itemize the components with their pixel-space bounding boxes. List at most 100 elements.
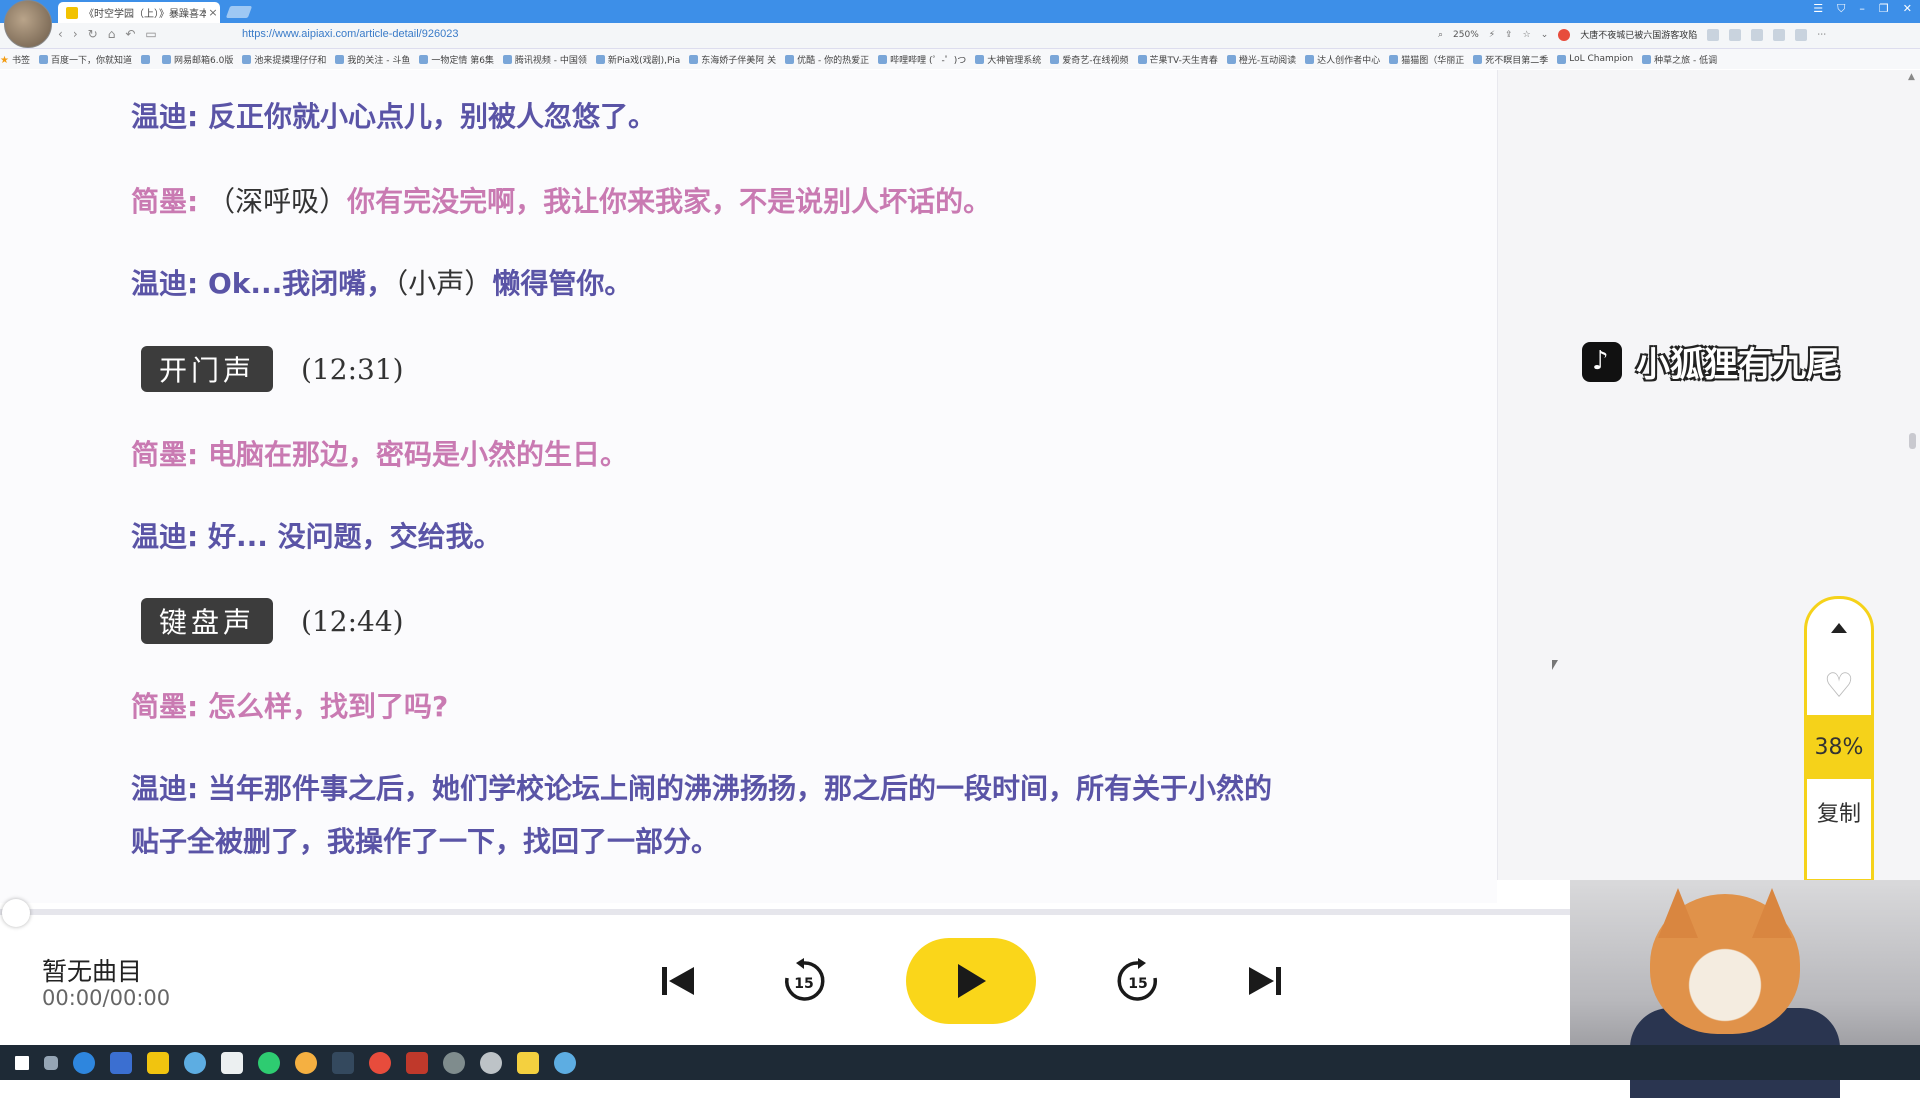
speaker-name: 简墨: <box>131 438 199 471</box>
app-icon[interactable] <box>480 1051 502 1074</box>
share-icon[interactable]: ⇪ <box>1505 30 1513 40</box>
news-ticker[interactable]: 大唐不夜城已被六国游客攻陷 <box>1580 28 1697 41</box>
bookmark-item[interactable]: LoL Champion <box>1557 54 1633 64</box>
translate-icon[interactable] <box>1729 28 1742 41</box>
scroll-top-icon[interactable] <box>1807 599 1871 657</box>
obs-icon[interactable] <box>443 1051 465 1074</box>
more-icon[interactable]: ⋯ <box>1817 30 1826 40</box>
seek-knob[interactable] <box>2 899 30 927</box>
minimize-icon[interactable]: – <box>1859 2 1865 16</box>
bookmark-item[interactable]: 达人创作者中心 <box>1305 53 1380 66</box>
forward-15-button[interactable]: 15 <box>1113 956 1163 1006</box>
app-icon[interactable] <box>221 1051 243 1074</box>
skin-icon[interactable]: ⛉ <box>1837 2 1845 16</box>
bookmark-item[interactable]: 优酷 - 你的热爱正 <box>785 53 869 66</box>
news-icon <box>1558 28 1571 41</box>
line-text: 当年那件事之后，她们学校论坛上闹的沸沸扬扬，那之后的一段时间，所有关于小然的 <box>198 772 1272 805</box>
bookmark-favicon-icon <box>38 54 48 64</box>
extension-icon[interactable] <box>1773 28 1786 41</box>
edge-icon[interactable] <box>73 1051 95 1074</box>
back-icon[interactable]: ‹ <box>58 27 63 41</box>
speaker-name: 温迪: <box>131 772 199 805</box>
download-icon[interactable] <box>1751 28 1764 41</box>
next-track-button[interactable] <box>1240 956 1290 1006</box>
forward-icon[interactable]: › <box>73 27 78 41</box>
vertical-scrollbar[interactable]: ▲ <box>1905 70 1920 878</box>
bookmark-label: LoL Champion <box>1569 54 1634 64</box>
bookmark-item[interactable]: 东海娇子伴美阿 关 <box>689 53 776 66</box>
bookmark-favicon-icon <box>1226 54 1236 64</box>
tab-close-icon[interactable]: × <box>206 6 220 19</box>
bookmark-item[interactable]: 爱奇艺-在线视频 <box>1050 53 1129 66</box>
script-line: 简墨: 电脑在那边，密码是小然的生日。 <box>131 428 628 482</box>
bookmark-item[interactable]: 哔哩哔哩 (゜-゜)つ <box>878 53 966 66</box>
stage-direction: （小声） <box>394 267 493 300</box>
bookmark-favicon-icon <box>162 54 171 64</box>
netease-music-icon[interactable] <box>369 1051 391 1074</box>
bookmark-item[interactable] <box>141 54 153 64</box>
copy-button[interactable]: 复制 <box>1807 779 1871 845</box>
ear-shape <box>1752 888 1792 938</box>
app-icon[interactable] <box>295 1051 317 1074</box>
bookmark-label: 大神管理系统 <box>987 55 1042 66</box>
app-icon[interactable] <box>110 1051 132 1074</box>
play-button[interactable] <box>906 938 1036 1024</box>
browser-tab[interactable]: 《时空学园（上）》暴躁喜本（ × <box>58 2 220 23</box>
browser-icon[interactable] <box>184 1051 206 1074</box>
app-icon[interactable] <box>554 1051 576 1074</box>
zoom-level[interactable]: 250% <box>1453 30 1479 40</box>
url-input[interactable]: https://www.aipiaxi.com/article-detail/9… <box>242 28 458 40</box>
favorite-heart-icon[interactable]: ♡ <box>1807 657 1871 715</box>
bookmark-item[interactable]: 芒果TV-天生青春 <box>1137 53 1218 66</box>
track-title: 暂无曲目 <box>42 957 143 986</box>
bookmark-item[interactable]: 种草之旅 - 低调 <box>1642 53 1717 66</box>
user-avatar[interactable] <box>4 0 52 48</box>
bookmark-label: 优酷 - 你的热爱正 <box>797 55 870 66</box>
bookmark-item[interactable]: 我的关注 - 斗鱼 <box>335 53 410 66</box>
mouse-cursor-icon <box>1552 660 1558 670</box>
bookmark-item[interactable]: ★ 书签 <box>0 53 30 66</box>
search-icon[interactable] <box>1707 28 1720 41</box>
bookmark-item[interactable]: 一物定情 第6集 <box>419 53 494 66</box>
previous-track-button[interactable] <box>653 956 703 1006</box>
menu-icon[interactable]: ☰ <box>1813 2 1823 16</box>
home-icon[interactable]: ⌂ <box>108 27 116 41</box>
file-explorer-icon[interactable] <box>147 1051 169 1074</box>
app-icon[interactable] <box>332 1051 354 1074</box>
star-icon[interactable]: ☆ <box>1523 30 1531 40</box>
bookmark-label: 我的关注 - 斗鱼 <box>347 55 411 66</box>
start-icon[interactable] <box>15 1055 29 1070</box>
new-tab-button[interactable] <box>225 6 253 18</box>
undo-icon[interactable]: ↶ <box>125 27 135 41</box>
task-view-icon[interactable] <box>44 1055 58 1070</box>
lightning-icon[interactable]: ⚡ <box>1489 30 1495 40</box>
bookmark-item[interactable]: 死不瞑目第二季 <box>1473 53 1548 66</box>
bookmark-item[interactable]: 腾讯视频 - 中国领 <box>502 53 587 66</box>
bookmark-item[interactable]: 网易邮箱6.0版 <box>162 53 233 66</box>
wechat-icon[interactable] <box>258 1051 280 1074</box>
dropdown-icon[interactable]: ⌄ <box>1541 30 1549 40</box>
rewind-15-button[interactable]: 15 <box>779 956 829 1006</box>
bookmark-item[interactable]: 橙光-互动阅读 <box>1226 53 1296 66</box>
close-window-icon[interactable]: ✕ <box>1903 2 1912 16</box>
bookmark-label: 新Pia戏(戏剧),Pia <box>607 55 681 66</box>
line-text: 懒得管你。 <box>492 267 633 300</box>
app-icon[interactable] <box>517 1051 539 1074</box>
bookmark-item[interactable]: 百度一下，你就知道 <box>38 53 132 66</box>
zoom-icon[interactable]: ⌕ <box>1438 30 1443 40</box>
seek-bar[interactable] <box>0 909 1570 915</box>
bookmark-item[interactable]: 猫猫图（华丽正 <box>1389 53 1464 66</box>
scrollbar-thumb[interactable] <box>1909 433 1916 449</box>
restore-icon[interactable]: ❐ <box>1879 2 1889 16</box>
book-icon[interactable]: ▭ <box>145 27 156 41</box>
bookmark-item[interactable]: 新Pia戏(戏剧),Pia <box>595 53 681 66</box>
bookmark-item[interactable]: 大神管理系统 <box>975 53 1041 66</box>
bookmark-favicon-icon <box>689 54 699 64</box>
script-line: 简墨: 怎么样，找到了吗? <box>131 680 448 734</box>
history-icon[interactable] <box>1795 28 1808 41</box>
bookmark-favicon-icon <box>1557 54 1567 64</box>
app-icon[interactable] <box>406 1051 428 1074</box>
scroll-up-icon[interactable]: ▲ <box>1908 72 1915 82</box>
refresh-icon[interactable]: ↻ <box>88 27 98 41</box>
bookmark-item[interactable]: 池来提摸理仔仔和 <box>242 53 326 66</box>
